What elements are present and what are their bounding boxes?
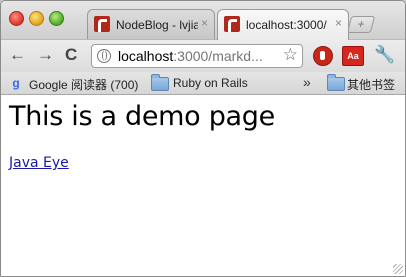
tab-strip: NodeBlog - lvjia × localhost:3000/ × + (1, 1, 405, 40)
toolbar: ← → C localhost:3000/markd... ☆ Aa 🔧 (1, 39, 405, 72)
tab-close-icon[interactable]: × (201, 16, 208, 30)
bookmark-ruby-on-rails[interactable]: Ruby on Rails (173, 76, 248, 90)
tab-title: NodeBlog - lvjia (116, 18, 198, 32)
tab-title: localhost:3000/ (246, 18, 327, 32)
adblock-extension-icon[interactable] (313, 46, 333, 66)
rails-favicon-icon (224, 16, 240, 32)
address-bar[interactable]: localhost:3000/markd... ☆ (91, 44, 303, 68)
folder-icon (151, 74, 169, 91)
folder-icon (327, 74, 345, 91)
url-host: localhost (118, 48, 174, 64)
bookmark-star-icon[interactable]: ☆ (283, 45, 298, 65)
wrench-menu-icon[interactable]: 🔧 (374, 45, 395, 65)
resize-grip[interactable] (393, 264, 403, 274)
bookmark-google-reader[interactable]: Google 阅读器 (700) (29, 76, 138, 93)
close-window-button[interactable] (9, 11, 24, 26)
forward-button[interactable]: → (37, 46, 54, 64)
tab-nodeblog[interactable]: NodeBlog - lvjia × (87, 9, 215, 40)
globe-icon (97, 49, 111, 63)
bookmarks-bar: g Google 阅读器 (700) Ruby on Rails » 其他书签 (1, 72, 405, 95)
page-content: This is a demo page Java Eye (1, 95, 405, 276)
back-button[interactable]: ← (9, 46, 26, 64)
url-text[interactable]: localhost:3000/markd... (118, 48, 263, 64)
reload-button[interactable]: C (65, 46, 77, 64)
dictionary-extension-icon[interactable]: Aa (342, 46, 364, 66)
java-eye-link[interactable]: Java Eye (9, 155, 69, 171)
minimize-window-button[interactable] (29, 11, 44, 26)
tab-localhost[interactable]: localhost:3000/ × (217, 9, 349, 40)
bookmark-other[interactable]: 其他书签 (347, 76, 395, 93)
tab-close-icon[interactable]: × (335, 16, 342, 30)
browser-window: NodeBlog - lvjia × localhost:3000/ × + ←… (0, 0, 406, 277)
page-heading: This is a demo page (9, 101, 275, 132)
bookmarks-overflow-chevron[interactable]: » (303, 74, 311, 90)
new-tab-button[interactable]: + (346, 16, 376, 33)
zoom-window-button[interactable] (49, 11, 64, 26)
google-reader-icon: g (12, 76, 20, 90)
url-path: :3000/markd... (173, 48, 263, 64)
rails-favicon-icon (94, 16, 110, 32)
